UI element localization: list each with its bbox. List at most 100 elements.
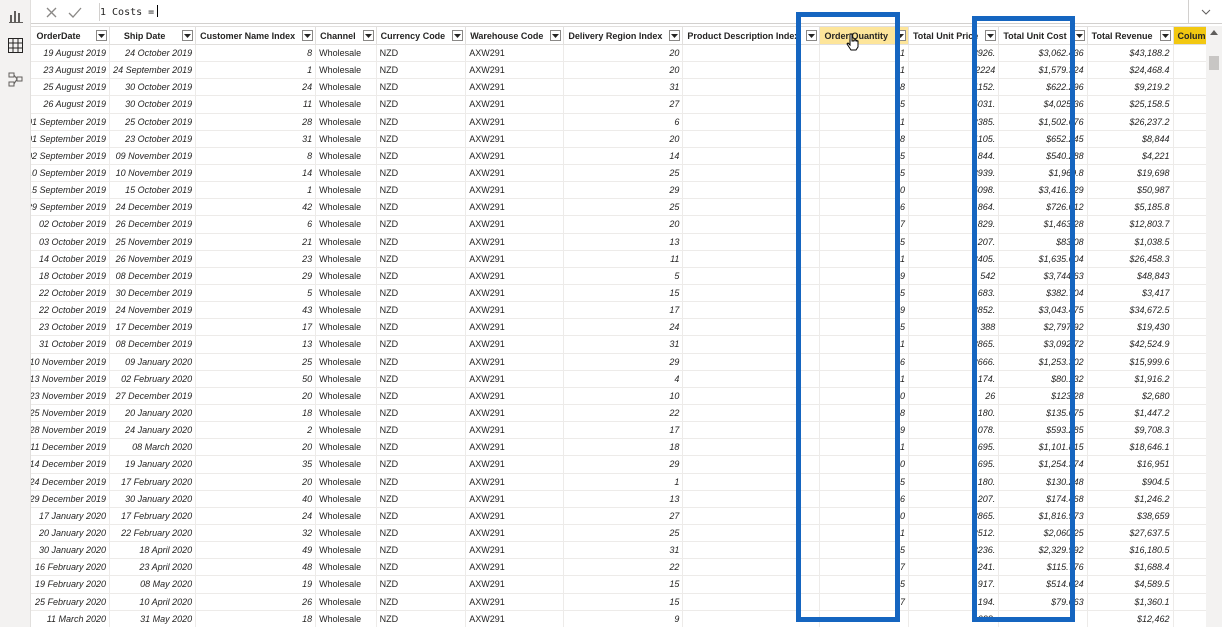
table-cell[interactable]: NZD xyxy=(375,43,467,63)
table-cell[interactable]: 207. xyxy=(907,232,1000,251)
table-cell[interactable] xyxy=(1172,523,1206,543)
table-cell[interactable]: 11 xyxy=(819,61,909,80)
table-cell[interactable]: AXW291 xyxy=(465,506,565,525)
table-cell[interactable]: 10 April 2020 xyxy=(109,592,197,611)
table-cell[interactable]: NZD xyxy=(375,198,467,217)
table-cell[interactable]: AXW291 xyxy=(465,112,565,131)
table-cell[interactable]: $79.663 xyxy=(998,592,1088,611)
table-cell[interactable]: 23 October 2019 xyxy=(109,129,197,148)
table-cell[interactable] xyxy=(682,523,821,543)
table-cell[interactable]: AXW291 xyxy=(465,318,565,337)
table-cell[interactable]: 26 xyxy=(195,592,317,611)
table-cell[interactable]: 22 October 2019 xyxy=(31,283,111,303)
table-cell[interactable]: 02 February 2020 xyxy=(109,369,197,388)
table-cell[interactable]: 15 xyxy=(563,592,684,611)
table-cell[interactable]: Wholesale xyxy=(315,129,377,148)
filter-dropdown-button[interactable] xyxy=(452,30,464,41)
table-cell[interactable]: 20 xyxy=(195,472,317,491)
table-cell[interactable]: 40 xyxy=(195,489,317,508)
table-cell[interactable]: 2405. xyxy=(907,249,1000,268)
table-cell[interactable] xyxy=(682,609,821,627)
table-cell[interactable]: $26,458.3 xyxy=(1086,249,1174,268)
table-cell[interactable]: $80.132 xyxy=(998,369,1088,388)
table-cell[interactable]: 6 xyxy=(819,489,909,508)
table-cell[interactable]: NZD xyxy=(375,146,467,165)
table-cell[interactable]: Wholesale xyxy=(315,61,377,80)
table-cell[interactable]: 7 xyxy=(819,558,909,577)
table-cell[interactable]: 27 xyxy=(563,95,684,114)
table-cell[interactable] xyxy=(1172,352,1206,371)
table-cell[interactable]: 11 xyxy=(819,112,909,131)
table-cell[interactable]: 241. xyxy=(907,558,1000,577)
table-cell[interactable]: 13 xyxy=(195,335,317,354)
table-cell[interactable]: 17 December 2019 xyxy=(109,318,197,337)
table-cell[interactable]: NZD xyxy=(375,163,467,183)
table-cell[interactable]: AXW291 xyxy=(465,609,565,627)
table-cell[interactable]: $1,688.4 xyxy=(1086,558,1174,577)
table-cell[interactable]: $3,744.63 xyxy=(998,266,1088,285)
table-cell[interactable]: Wholesale xyxy=(315,403,377,423)
table-cell[interactable] xyxy=(682,78,821,97)
table-cell[interactable]: 26 August 2019 xyxy=(31,95,111,114)
table-cell[interactable]: 10 November 2019 xyxy=(31,352,111,371)
table-cell[interactable]: $904.5 xyxy=(1086,472,1174,491)
table-cell[interactable]: NZD xyxy=(375,215,467,234)
table-cell[interactable]: NZD xyxy=(375,541,467,560)
table-cell[interactable]: 25 xyxy=(563,523,684,543)
table-cell[interactable]: 09 November 2019 xyxy=(109,146,197,165)
table-cell[interactable]: 14 xyxy=(195,163,317,183)
table-cell[interactable]: 42 xyxy=(195,198,317,217)
table-cell[interactable]: 15 xyxy=(563,283,684,303)
table-cell[interactable]: 3236. xyxy=(907,541,1000,560)
table-cell[interactable]: Wholesale xyxy=(315,386,377,405)
table-cell[interactable]: 50 xyxy=(195,369,317,388)
table-cell[interactable] xyxy=(1172,575,1206,594)
table-cell[interactable]: NZD xyxy=(375,249,467,268)
table-cell[interactable] xyxy=(682,61,821,80)
table-cell[interactable]: $83.08 xyxy=(998,232,1088,251)
table-cell[interactable]: 15 xyxy=(563,575,684,594)
table-cell[interactable]: 15 September 2019 xyxy=(31,181,111,200)
table-cell[interactable]: 11 xyxy=(819,523,909,543)
table-cell[interactable]: $12,462 xyxy=(1086,609,1174,627)
table-cell[interactable]: 10 xyxy=(819,386,909,405)
table-cell[interactable]: 17 xyxy=(563,421,684,440)
table-cell[interactable]: NZD xyxy=(375,283,467,303)
table-cell[interactable]: NZD xyxy=(375,61,467,80)
table-cell[interactable]: 5 xyxy=(819,472,909,491)
table-cell[interactable]: 14 December 2019 xyxy=(31,455,111,474)
table-cell[interactable]: 11 xyxy=(563,249,684,268)
table-cell[interactable]: $3,417 xyxy=(1086,283,1174,303)
table-cell[interactable]: 5 xyxy=(819,283,909,303)
table-cell[interactable]: 2666. xyxy=(907,352,1000,371)
table-cell[interactable]: 3926. xyxy=(907,43,1000,63)
table-cell[interactable]: $1,916.2 xyxy=(1086,369,1174,388)
table-cell[interactable]: Wholesale xyxy=(315,198,377,217)
table-cell[interactable] xyxy=(1172,506,1206,525)
table-cell[interactable]: 24 January 2020 xyxy=(109,421,197,440)
table-cell[interactable]: NZD xyxy=(375,335,467,354)
table-cell[interactable]: $135.675 xyxy=(998,403,1088,423)
column-header[interactable]: Product Description Index xyxy=(682,26,821,45)
table-cell[interactable]: $16,951 xyxy=(1086,455,1174,474)
table-cell[interactable]: AXW291 xyxy=(465,198,565,217)
filter-dropdown-button[interactable] xyxy=(1073,30,1085,41)
table-cell[interactable] xyxy=(682,575,821,594)
table-cell[interactable]: 27 December 2019 xyxy=(109,386,197,405)
table-cell[interactable]: 18 April 2020 xyxy=(109,541,197,560)
column-header[interactable]: Total Unit Cost xyxy=(998,26,1088,45)
table-cell[interactable]: 19 January 2020 xyxy=(109,455,197,474)
table-cell[interactable]: $1,038.5 xyxy=(1086,232,1174,251)
table-cell[interactable] xyxy=(682,369,821,388)
table-cell[interactable]: $1,246.2 xyxy=(1086,489,1174,508)
table-cell[interactable]: NZD xyxy=(375,609,467,627)
filter-dropdown-button[interactable] xyxy=(806,30,818,41)
table-cell[interactable]: Wholesale xyxy=(315,163,377,183)
table-cell[interactable]: Wholesale xyxy=(315,352,377,371)
table-cell[interactable]: 24 November 2019 xyxy=(109,301,197,320)
table-cell[interactable]: Wholesale xyxy=(315,592,377,611)
table-cell[interactable]: 24 December 2019 xyxy=(31,472,111,491)
table-cell[interactable] xyxy=(1172,43,1206,63)
table-cell[interactable]: Wholesale xyxy=(315,181,377,200)
filter-dropdown-button[interactable] xyxy=(550,30,562,41)
